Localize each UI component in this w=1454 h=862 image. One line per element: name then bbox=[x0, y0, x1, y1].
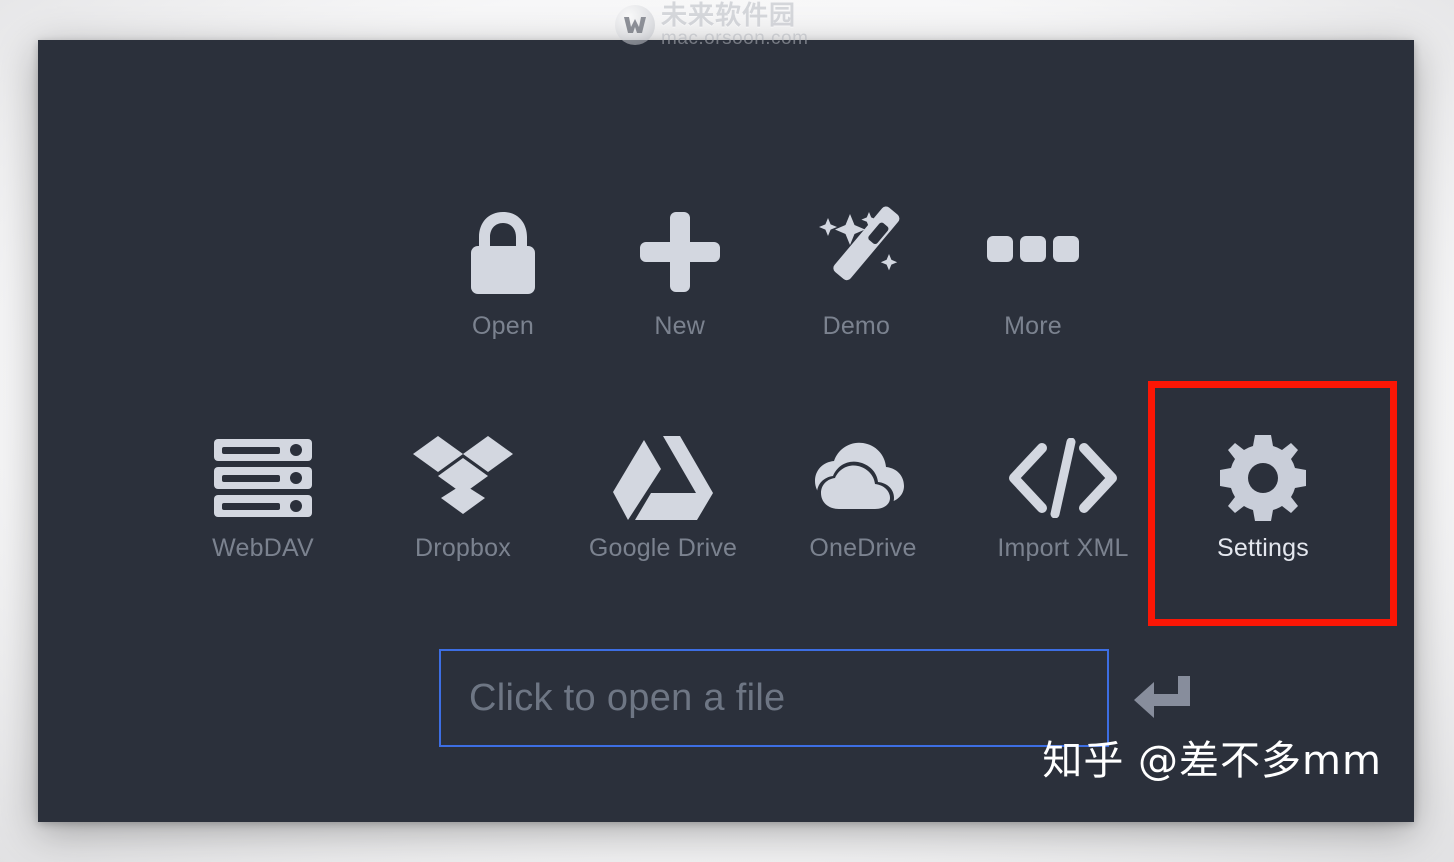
gear-icon bbox=[1220, 430, 1306, 526]
service-label: Import XML bbox=[997, 534, 1129, 562]
ellipsis-icon bbox=[986, 200, 1079, 304]
open-file-bar[interactable]: Click to open a file bbox=[439, 649, 1109, 747]
screenshot-root: Open New Demo More WebDAV Dropbox Google… bbox=[0, 0, 1454, 862]
action-label: New bbox=[654, 312, 705, 340]
app-window-panel: Open New Demo More WebDAV Dropbox Google… bbox=[38, 40, 1414, 822]
action-tile-new[interactable]: New bbox=[605, 200, 755, 341]
service-label: WebDAV bbox=[212, 534, 314, 562]
code-brackets-icon bbox=[1008, 430, 1118, 526]
action-tile-more[interactable]: More bbox=[958, 200, 1108, 341]
service-label: Dropbox bbox=[415, 534, 511, 562]
action-tile-open[interactable]: Open bbox=[428, 200, 578, 341]
service-tile-webdav[interactable]: WebDAV bbox=[188, 430, 338, 563]
lock-icon bbox=[466, 200, 540, 304]
service-actions-row: WebDAV Dropbox Google Drive OneDrive Imp… bbox=[188, 430, 1338, 563]
service-tile-dropbox[interactable]: Dropbox bbox=[388, 430, 538, 563]
service-tile-settings[interactable]: Settings bbox=[1188, 430, 1338, 563]
google-drive-icon bbox=[613, 430, 713, 526]
open-file-placeholder: Click to open a file bbox=[469, 676, 786, 719]
action-label: More bbox=[1004, 312, 1062, 340]
service-tile-google-drive[interactable]: Google Drive bbox=[588, 430, 738, 563]
magic-wand-icon bbox=[810, 200, 902, 304]
service-label: Google Drive bbox=[588, 534, 738, 562]
server-icon bbox=[214, 430, 312, 526]
action-tile-demo[interactable]: Demo bbox=[781, 200, 931, 341]
onedrive-cloud-icon bbox=[811, 430, 915, 526]
service-label: OneDrive bbox=[809, 534, 917, 562]
service-tile-import-xml[interactable]: Import XML bbox=[988, 430, 1138, 563]
plus-icon bbox=[636, 200, 724, 304]
service-tile-onedrive[interactable]: OneDrive bbox=[788, 430, 938, 563]
enter-return-arrow-icon[interactable] bbox=[1134, 674, 1196, 726]
action-label: Open bbox=[472, 312, 534, 340]
dropbox-icon bbox=[413, 430, 513, 526]
service-label: Settings bbox=[1217, 534, 1309, 562]
action-label: Demo bbox=[822, 312, 891, 340]
primary-actions-row: Open New Demo More bbox=[428, 200, 1108, 341]
